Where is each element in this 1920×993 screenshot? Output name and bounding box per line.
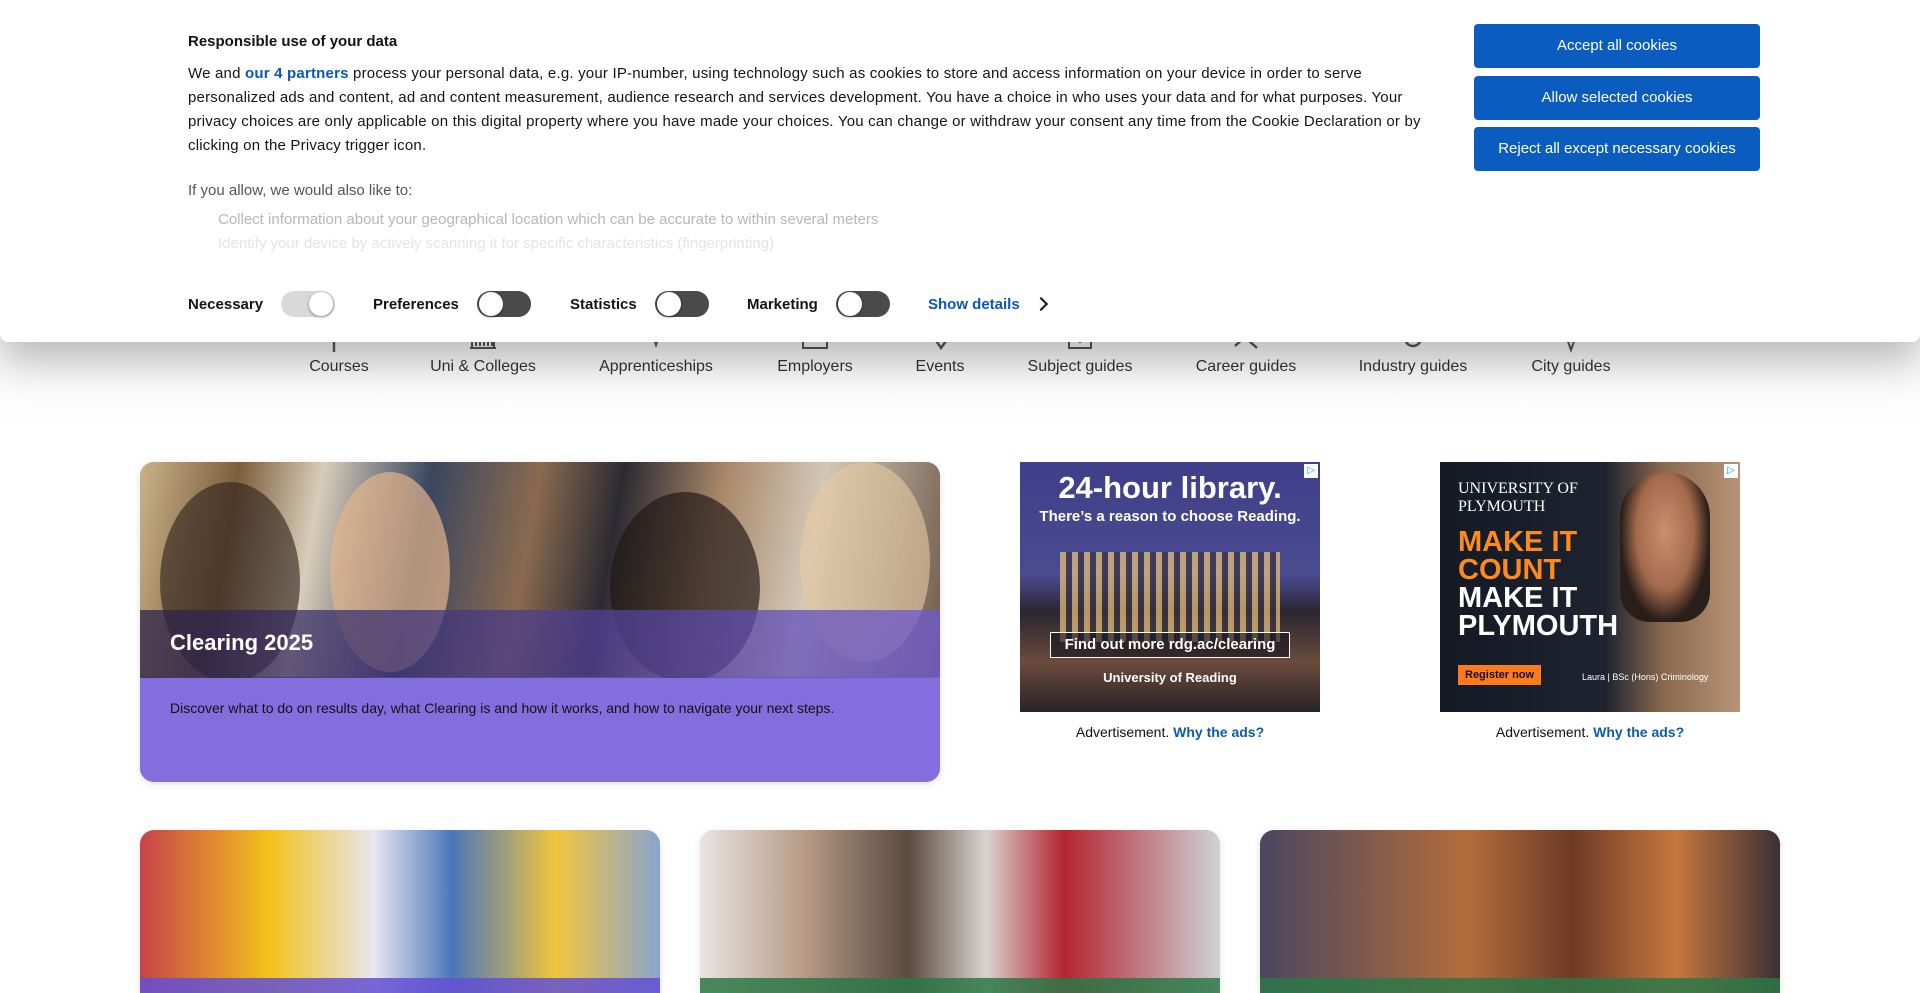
toggle-necessary: Necessary [188,288,336,320]
why-the-ads-link[interactable]: Why the ads? [1593,724,1684,740]
show-details-label: Show details [928,295,1020,313]
statistics-switch[interactable] [654,291,709,317]
reading-logo: University of Reading [1103,670,1237,685]
nav-label: Subject guides [1027,358,1133,375]
toggle-label: Necessary [188,295,264,313]
ad-label-text: Advertisement. [1075,724,1170,740]
cookie-consent-banner: Responsible use of your data We and our … [0,0,1920,342]
nav-label: Apprenticeships [599,358,713,375]
ad-caption: Laura | BSc (Hons) Criminology [1582,672,1709,682]
plymouth-advert[interactable]: ▷ UNIVERSITY OF PLYMOUTH MAKE IT COUNT M… [1440,462,1740,712]
show-details-link[interactable]: Show details [928,288,1048,320]
article-card[interactable] [1260,830,1780,993]
banner-text: We and our 4 partners process your perso… [188,62,1428,158]
hero-body [140,678,940,782]
ad-line-4: PLYMOUTH [1458,610,1619,642]
switch-knob [837,292,862,316]
nav-label: Career guides [1195,358,1297,375]
reject-all-cookies-button[interactable]: Reject all except necessary cookies [1474,127,1760,171]
ad-line-3: MAKE IT [1458,582,1578,614]
nav-label: Industry guides [1358,358,1468,375]
nav-label: Courses [309,358,369,375]
accept-all-cookies-button[interactable]: Accept all cookies [1474,24,1760,68]
ad-label: Advertisement. Why the ads? [1440,724,1740,740]
toggle-label: Statistics [570,295,637,313]
nav-label: Employers [777,358,853,375]
card-title-band [1260,978,1780,993]
toggle-label: Preferences [373,295,459,313]
toggle-statistics: Statistics [570,288,709,320]
register-now-button[interactable]: Register now [1458,665,1542,685]
hero-description: Discover what to do on results day, what… [170,700,835,716]
ad-label-text: Advertisement. [1495,724,1590,740]
switch-knob [656,292,681,316]
allow-selected-cookies-button[interactable]: Allow selected cookies [1474,76,1760,120]
nav-label: Uni & Colleges [430,358,536,375]
library-image [1060,552,1280,642]
necessary-switch [281,291,336,317]
article-card[interactable] [700,830,1220,993]
allow-intro: If you allow, we would also like to: [188,182,413,199]
purpose-item: Identify your device by actively scannin… [218,235,775,252]
reading-advert[interactable]: ▷ 24-hour library. There’s a reason to c… [1020,462,1320,712]
banner-title: Responsible use of your data [188,33,398,50]
partners-link[interactable]: our 4 partners [245,65,349,82]
chevron-right-icon [1033,296,1048,312]
ad-label: Advertisement. Why the ads? [1020,724,1320,740]
card-title-band [700,978,1220,993]
ad-choices-icon[interactable]: ▷ [1724,464,1738,478]
toggle-preferences: Preferences [373,288,531,320]
ad-line-1: MAKE IT [1458,526,1578,558]
ad-cta: Find out more rdg.ac/clearing [1050,632,1290,658]
banner-text-rest: process your personal data, e.g. your IP… [188,65,1421,154]
toggle-marketing: Marketing [747,288,890,320]
preferences-switch[interactable] [476,291,531,317]
student-photo [1620,472,1710,622]
card-title-band [140,978,660,993]
why-the-ads-link[interactable]: Why the ads? [1173,724,1264,740]
hero-title: Clearing 2025 [170,630,314,655]
article-card[interactable] [140,830,660,993]
switch-knob [478,292,503,316]
ad-headline: 24-hour library. [1058,470,1282,505]
consent-toggles: Necessary Preferences Statistics Marketi… [188,288,1488,320]
purpose-list: Collect information about your geographi… [218,208,1318,254]
switch-knob [309,292,334,316]
toggle-label: Marketing [747,295,818,313]
nav-label: Events [915,358,965,375]
ad-subline: There’s a reason to choose Reading. [1039,508,1301,525]
purpose-item: Collect information about your geographi… [218,211,879,228]
nav-label: City guides [1531,358,1611,375]
banner-text-start: We and [188,65,245,82]
ad-line-2: COUNT [1458,554,1562,586]
plymouth-logo-line2: PLYMOUTH [1458,498,1546,515]
clearing-hero-card[interactable]: Clearing 2025 Discover what to do on res… [140,462,940,782]
plymouth-logo-line1: UNIVERSITY OF [1458,480,1578,497]
plymouth-logo: UNIVERSITY OF PLYMOUTH [1458,480,1578,516]
marketing-switch[interactable] [835,291,890,317]
